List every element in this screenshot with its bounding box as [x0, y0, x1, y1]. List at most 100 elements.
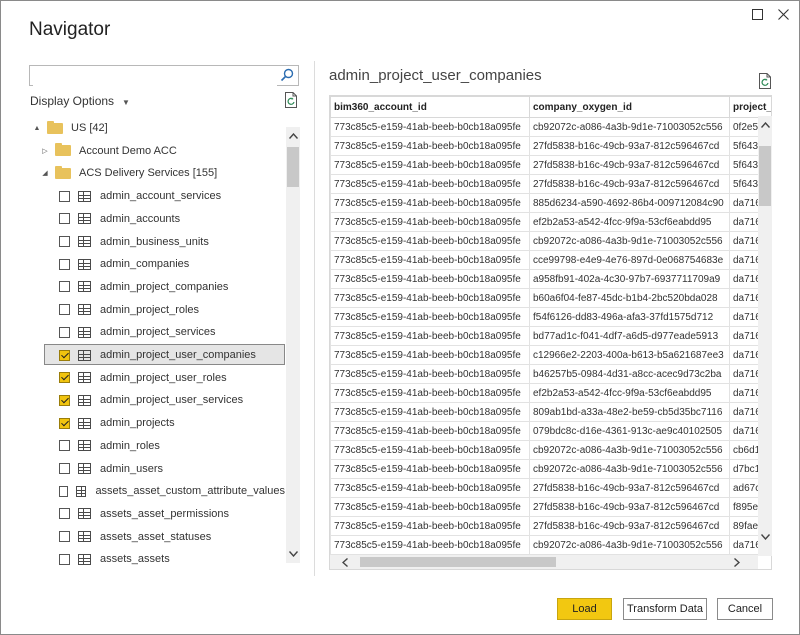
table-checkbox[interactable]	[59, 372, 70, 384]
search-input[interactable]	[33, 67, 277, 86]
table-cell: b60a6f04-fe87-45dc-b1b4-2bc520bda028	[529, 288, 730, 308]
tree-table-item[interactable]: admin_project_user_companies	[29, 344, 285, 366]
tree-item-label: admin_project_user_companies	[100, 349, 256, 361]
tree-folder-item[interactable]: ◢ ACS Delivery Services [155]	[29, 162, 285, 184]
tree-item-label: assets_asset_custom_attribute_values	[95, 485, 285, 498]
grid-vscroll-thumb[interactable]	[759, 146, 771, 206]
search-icon[interactable]	[280, 68, 294, 82]
tree-table-item[interactable]: admin_project_user_roles	[29, 367, 285, 389]
table-checkbox[interactable]	[59, 349, 70, 361]
table-cell: c12966e2-2203-400a-b613-b5a621687ee3	[529, 345, 730, 365]
close-icon[interactable]	[773, 5, 793, 23]
scroll-up-icon[interactable]	[286, 129, 300, 143]
tree-table-item[interactable]: admin_account_services	[29, 185, 285, 207]
table-row: 773c85c5-e159-41ab-beeb-b0cb18a095fe cb92…	[330, 535, 771, 555]
dialog-title: Navigator	[29, 19, 111, 40]
table-checkbox[interactable]	[59, 508, 70, 520]
scroll-down-icon[interactable]	[286, 547, 300, 561]
grid-horizontal-scrollbar[interactable]	[330, 555, 758, 569]
table-row: 773c85c5-e159-41ab-beeb-b0cb18a095fe c129…	[330, 345, 771, 365]
table-cell: 773c85c5-e159-41ab-beeb-b0cb18a095fe	[330, 212, 530, 232]
tree-table-item[interactable]: assets_asset_permissions	[29, 503, 285, 525]
table-cell: a958fb91-402a-4c30-97b7-6937711709a9	[529, 269, 730, 289]
table-checkbox[interactable]	[59, 236, 70, 247]
column-header[interactable]: company_oxygen_id	[529, 96, 730, 118]
table-row: 773c85c5-e159-41ab-beeb-b0cb18a095fe 27fd…	[330, 497, 771, 517]
expand-toggle-icon[interactable]: ▲	[33, 125, 41, 132]
tree-scrollbar[interactable]	[286, 127, 300, 563]
table-row: 773c85c5-e159-41ab-beeb-b0cb18a095fe 079b…	[330, 421, 771, 441]
search-box[interactable]	[29, 65, 299, 86]
table-cell: 773c85c5-e159-41ab-beeb-b0cb18a095fe	[330, 535, 530, 555]
table-cell: 773c85c5-e159-41ab-beeb-b0cb18a095fe	[330, 117, 530, 137]
table-checkbox[interactable]	[59, 304, 70, 316]
table-checkbox[interactable]	[59, 281, 70, 293]
preview-grid[interactable]: bim360_account_id company_oxygen_id projec…	[329, 95, 772, 570]
table-checkbox[interactable]	[59, 258, 70, 270]
table-cell: ef2b2a53-a542-4fcc-9f9a-53cf6eabdd95	[529, 383, 730, 403]
column-header[interactable]: bim360_account_id	[330, 96, 530, 118]
cancel-button[interactable]: Cancel	[717, 598, 773, 620]
transform-data-button[interactable]: Transform Data	[623, 598, 707, 620]
tree-table-item[interactable]: admin_project_roles	[29, 299, 285, 321]
table-checkbox[interactable]	[59, 485, 68, 497]
scroll-right-icon[interactable]	[730, 555, 744, 569]
tree-table-item[interactable]: assets_assets	[29, 548, 285, 570]
table-cell: f54f6126-dd83-496a-afa3-37fd1575d712	[529, 307, 730, 327]
refresh-icon[interactable]	[758, 72, 774, 90]
tree-table-item[interactable]: assets_asset_statuses	[29, 526, 285, 548]
table-checkbox[interactable]	[59, 394, 70, 406]
load-button[interactable]: Load	[557, 598, 612, 620]
column-header[interactable]: project_i	[729, 96, 771, 118]
table-icon	[78, 463, 91, 474]
table-row: 773c85c5-e159-41ab-beeb-b0cb18a095fe cb92…	[330, 459, 771, 479]
tree-table-item[interactable]: admin_projects	[29, 412, 285, 434]
tree-scroll-thumb[interactable]	[287, 147, 299, 187]
tree-item-label: assets_asset_permissions	[100, 507, 230, 520]
scroll-left-icon[interactable]	[338, 555, 352, 569]
tree-table-item[interactable]: admin_companies	[29, 253, 285, 275]
tree-item-label: admin_project_services	[100, 326, 216, 339]
tree-table-item[interactable]: assets_asset_custom_attribute_values	[29, 480, 285, 502]
table-icon	[78, 349, 91, 361]
table-row: 773c85c5-e159-41ab-beeb-b0cb18a095fe bd77…	[330, 326, 771, 346]
tree-table-item[interactable]: admin_users	[29, 458, 285, 480]
grid-hscroll-thumb[interactable]	[360, 557, 556, 567]
tree-table-item[interactable]: admin_project_user_services	[29, 389, 285, 411]
expand-toggle-icon[interactable]: ▷	[41, 147, 49, 155]
table-icon	[78, 417, 91, 429]
table-cell: cb92072c-a086-4a3b-9d1e-71003052c556	[529, 231, 730, 251]
table-checkbox[interactable]	[59, 213, 70, 225]
table-row: 773c85c5-e159-41ab-beeb-b0cb18a095fe 809a…	[330, 402, 771, 422]
scroll-up-icon[interactable]	[758, 118, 772, 132]
table-checkbox[interactable]	[59, 553, 70, 565]
table-cell: 773c85c5-e159-41ab-beeb-b0cb18a095fe	[330, 326, 530, 346]
table-row: 773c85c5-e159-41ab-beeb-b0cb18a095fe b60a…	[330, 288, 771, 308]
tree-table-item[interactable]: admin_accounts	[29, 208, 285, 230]
tree-table-item[interactable]: admin_business_units	[29, 231, 285, 253]
maximize-icon[interactable]	[747, 5, 767, 23]
refresh-icon[interactable]	[284, 91, 300, 109]
preview-title: admin_project_user_companies	[329, 67, 542, 84]
table-cell: 773c85c5-e159-41ab-beeb-b0cb18a095fe	[330, 174, 530, 194]
tree-table-item[interactable]: admin_project_services	[29, 321, 285, 343]
scroll-down-icon[interactable]	[758, 530, 772, 544]
display-options-label: Display Options	[30, 94, 115, 108]
expand-toggle-icon[interactable]: ◢	[41, 169, 49, 177]
tree-table-item[interactable]: admin_roles	[29, 435, 285, 457]
grid-vertical-scrollbar[interactable]	[758, 116, 772, 556]
table-checkbox[interactable]	[59, 531, 70, 543]
table-row: 773c85c5-e159-41ab-beeb-b0cb18a095fe 27fd…	[330, 516, 771, 536]
table-checkbox[interactable]	[59, 190, 70, 202]
table-checkbox[interactable]	[59, 463, 70, 474]
table-checkbox[interactable]	[59, 440, 70, 452]
tree-table-item[interactable]: admin_project_companies	[29, 276, 285, 298]
display-options-dropdown[interactable]: Display Options ▼	[30, 94, 130, 108]
table-icon	[78, 281, 91, 293]
tree-item-label: assets_assets	[100, 553, 170, 566]
table-checkbox[interactable]	[59, 417, 70, 429]
tree-folder-item[interactable]: ▷ Account Demo ACC	[29, 140, 285, 162]
table-checkbox[interactable]	[59, 326, 70, 338]
tree-folder-item[interactable]: ▲ US [42]	[29, 117, 285, 139]
tree-item-label: US [42]	[71, 122, 108, 134]
